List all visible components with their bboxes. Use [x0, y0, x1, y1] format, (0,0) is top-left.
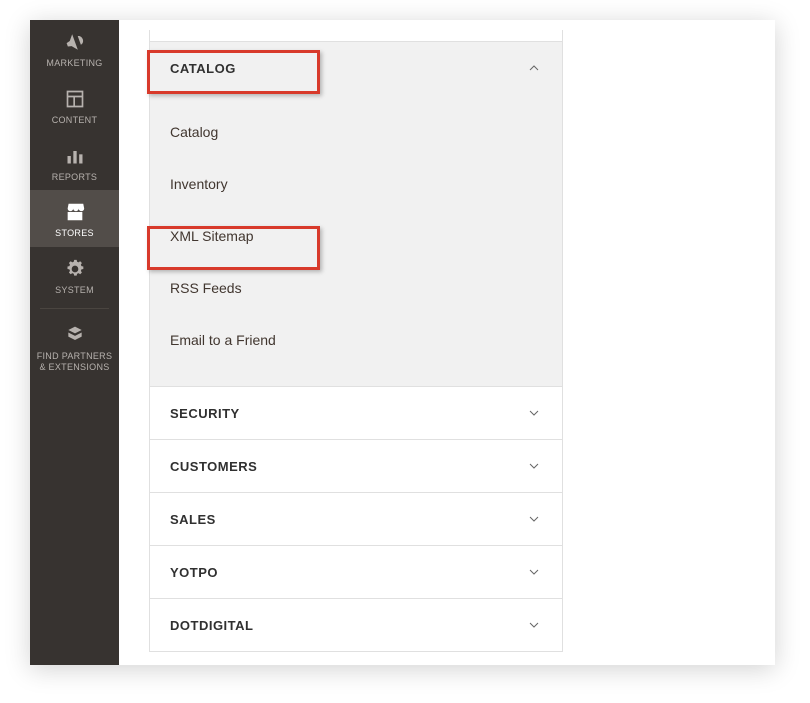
layout-icon [65, 87, 85, 111]
sidebar-item-partners[interactable]: FIND PARTNERS & EXTENSIONS [30, 313, 119, 381]
accordion-header-catalog[interactable]: CATALOG [150, 42, 562, 94]
chevron-down-icon [526, 564, 542, 580]
admin-sidebar: MARKETING CONTENT REPORTS STORES SYSTEM [30, 20, 119, 665]
sub-item-catalog[interactable]: Catalog [150, 106, 562, 158]
config-accordion: CATALOG Catalog Inventory XML Sitemap RS… [149, 30, 563, 652]
bar-chart-icon [65, 144, 85, 168]
sidebar-item-system[interactable]: SYSTEM [30, 247, 119, 304]
sidebar-item-label: SYSTEM [51, 285, 98, 296]
accordion-header-customers[interactable]: CUSTOMERS [150, 440, 562, 492]
sidebar-item-stores[interactable]: STORES [30, 190, 119, 247]
chevron-down-icon [526, 458, 542, 474]
accordion-body-catalog: Catalog Inventory XML Sitemap RSS Feeds … [150, 94, 562, 386]
chevron-up-icon [526, 60, 542, 76]
accordion-section-prev [149, 30, 563, 42]
accordion-title: YOTPO [170, 565, 218, 580]
sub-item-inventory[interactable]: Inventory [150, 158, 562, 210]
sidebar-item-reports[interactable]: REPORTS [30, 134, 119, 191]
blocks-icon [65, 323, 85, 347]
accordion-section-customers: CUSTOMERS [149, 440, 563, 493]
sub-item-xml-sitemap[interactable]: XML Sitemap [150, 210, 562, 262]
megaphone-icon [64, 30, 86, 54]
accordion-section-yotpo: YOTPO [149, 546, 563, 599]
store-icon [64, 200, 86, 224]
accordion-header-yotpo[interactable]: YOTPO [150, 546, 562, 598]
sidebar-item-marketing[interactable]: MARKETING [30, 20, 119, 77]
sidebar-item-content[interactable]: CONTENT [30, 77, 119, 134]
sub-item-rss-feeds[interactable]: RSS Feeds [150, 262, 562, 314]
accordion-section-security: SECURITY [149, 387, 563, 440]
accordion-title: DOTDIGITAL [170, 618, 253, 633]
accordion-title: SECURITY [170, 406, 240, 421]
gear-icon [65, 257, 85, 281]
sidebar-divider [40, 308, 109, 309]
accordion-title: CATALOG [170, 61, 236, 76]
accordion-section-catalog: CATALOG Catalog Inventory XML Sitemap RS… [149, 42, 563, 387]
sidebar-item-label: STORES [51, 228, 98, 239]
app-window: MARKETING CONTENT REPORTS STORES SYSTEM [30, 20, 775, 665]
accordion-header-sales[interactable]: SALES [150, 493, 562, 545]
sidebar-item-label: REPORTS [48, 172, 101, 183]
sidebar-item-label: CONTENT [48, 115, 102, 126]
accordion-section-dotdigital: DOTDIGITAL [149, 599, 563, 652]
chevron-down-icon [526, 617, 542, 633]
accordion-title: CUSTOMERS [170, 459, 257, 474]
sub-item-email-friend[interactable]: Email to a Friend [150, 314, 562, 366]
sidebar-item-label: MARKETING [42, 58, 106, 69]
chevron-down-icon [526, 511, 542, 527]
accordion-header-security[interactable]: SECURITY [150, 387, 562, 439]
accordion-header-dotdigital[interactable]: DOTDIGITAL [150, 599, 562, 651]
sidebar-item-label: FIND PARTNERS & EXTENSIONS [30, 351, 119, 373]
chevron-down-icon [526, 405, 542, 421]
accordion-title: SALES [170, 512, 216, 527]
main-panel: CATALOG Catalog Inventory XML Sitemap RS… [119, 20, 775, 665]
accordion-section-sales: SALES [149, 493, 563, 546]
